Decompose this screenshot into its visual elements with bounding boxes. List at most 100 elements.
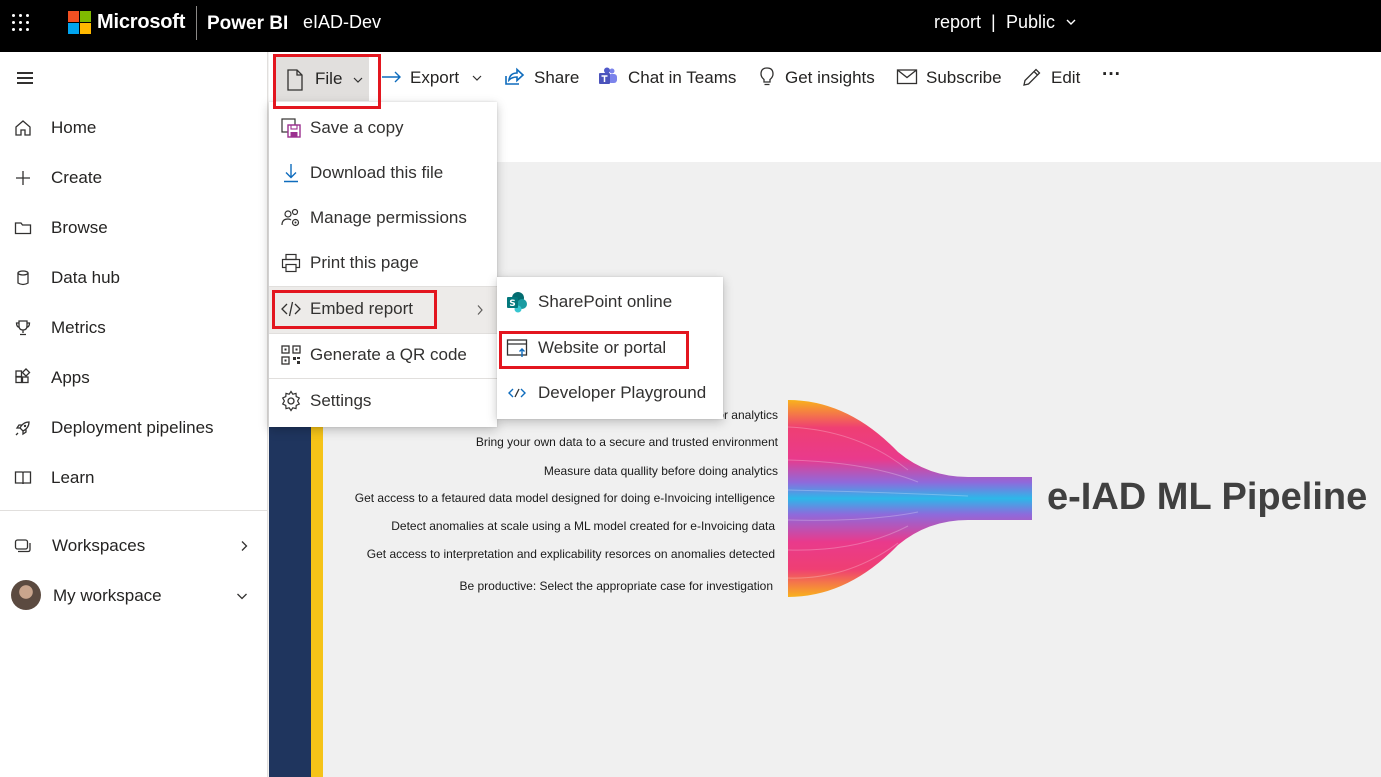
export-button[interactable]: Export (381, 64, 487, 90)
product-name[interactable]: Power BI (207, 13, 288, 35)
more-options-button[interactable]: ··· (1101, 64, 1127, 90)
subscribe-button[interactable]: Subscribe (896, 64, 1004, 90)
nav-item-label: Metrics (51, 318, 106, 337)
edit-label: Edit (1051, 68, 1081, 87)
qr-code-icon (281, 345, 301, 365)
header-divider (196, 6, 197, 40)
nav-item-apps[interactable]: Apps (0, 356, 268, 400)
report-text-line: Get access to interpretation and explica… (366, 547, 775, 561)
more-options-icon: ··· (1102, 64, 1121, 85)
workspaces-icon (14, 539, 31, 553)
menu-item-label: Settings (310, 391, 372, 410)
report-accent-band (311, 420, 323, 777)
menu-item-label: Save a copy (310, 118, 404, 137)
chat-in-teams-button[interactable]: Chat in Teams (597, 64, 737, 90)
menu-item-save-a-copy[interactable]: Save a copy (269, 106, 497, 150)
nav-item-label: Data hub (51, 268, 120, 287)
menu-item-embed-report[interactable]: Embed report (269, 287, 497, 333)
file-label: File (315, 69, 343, 88)
nav-item-learn[interactable]: Learn (0, 456, 268, 500)
report-text-line: Detect anomalies at scale using a ML mod… (391, 519, 775, 533)
hamburger-menu-icon[interactable] (17, 71, 33, 85)
apps-icon (15, 368, 31, 384)
nav-item-browse[interactable]: Browse (0, 206, 268, 250)
subscribe-label: Subscribe (926, 68, 1002, 87)
menu-item-download-this-file[interactable]: Download this file (269, 151, 497, 195)
nav-item-metrics[interactable]: Metrics (0, 306, 268, 350)
menu-item-generate-qr-code[interactable]: Generate a QR code (269, 333, 497, 377)
embed-submenu: S SharePoint online Website or portal De… (497, 277, 723, 419)
lightbulb-icon (760, 67, 774, 86)
folder-icon (14, 222, 32, 235)
menu-item-sharepoint-online[interactable]: S SharePoint online (497, 280, 723, 324)
nav-item-deployment-pipelines[interactable]: Deployment pipelines (0, 406, 268, 450)
permissions-icon (281, 208, 300, 227)
chevron-down-icon (353, 77, 363, 83)
export-label: Export (410, 68, 460, 87)
top-header: Microsoft Power BI eIAD-Dev report | Pub… (0, 0, 1381, 52)
chat-label: Chat in Teams (628, 68, 737, 87)
share-button[interactable]: Share (503, 64, 581, 90)
nav-item-workspaces[interactable]: Workspaces (0, 524, 268, 568)
home-icon (15, 120, 31, 136)
report-text-line: Get access to a fetaured data model desi… (354, 491, 775, 505)
app-launcher-icon[interactable] (12, 14, 32, 34)
menu-item-label: Generate a QR code (310, 345, 467, 364)
nav-item-label: Home (51, 118, 97, 137)
menu-item-website-or-portal[interactable]: Website or portal (497, 326, 723, 370)
menu-item-label: Print this page (310, 253, 419, 272)
microsoft-logo-icon (68, 11, 91, 34)
nav-item-data-hub[interactable]: Data hub (0, 256, 268, 300)
chevron-right-icon (477, 305, 483, 315)
funnel-graphic (788, 400, 1032, 597)
chevron-right-icon[interactable] (238, 540, 250, 552)
mail-icon (896, 69, 918, 85)
chevron-down-icon (472, 75, 482, 81)
save-copy-icon (281, 118, 301, 138)
report-text-line: Measure data quallity before doing analy… (543, 464, 778, 478)
developer-icon (508, 388, 526, 398)
workspace-name[interactable]: eIAD-Dev (303, 12, 381, 33)
command-bar: File Export Share Chat in Teams Get insi… (269, 52, 1381, 102)
edit-button[interactable]: Edit (1021, 64, 1085, 90)
file-button[interactable]: File (275, 57, 369, 101)
menu-item-print-this-page[interactable]: Print this page (269, 241, 497, 285)
nav-item-label: Apps (51, 368, 90, 387)
nav-item-create[interactable]: Create (0, 156, 268, 200)
nav-item-label: Browse (51, 218, 108, 237)
svg-text:S: S (509, 299, 515, 309)
left-navigation: Home Create Browse Data hub Metrics Apps… (0, 52, 268, 777)
menu-item-label: Developer Playground (538, 383, 707, 402)
company-name[interactable]: Microsoft (97, 11, 185, 34)
nav-item-my-workspace[interactable]: My workspace (0, 574, 268, 618)
menu-item-developer-playground[interactable]: Developer Playground (497, 371, 723, 415)
download-icon (284, 164, 298, 183)
report-title: e-IAD ML Pipeline (1047, 476, 1368, 518)
nav-item-label: Learn (51, 468, 95, 487)
nav-item-label: Workspaces (52, 536, 146, 555)
menu-item-label: Website or portal (538, 338, 667, 357)
trophy-icon (15, 320, 31, 336)
menu-item-manage-permissions[interactable]: Manage permissions (269, 196, 497, 240)
code-icon (281, 301, 301, 317)
database-icon (17, 270, 29, 286)
teams-icon (599, 67, 617, 84)
get-insights-button[interactable]: Get insights (756, 64, 880, 90)
menu-item-settings[interactable]: Settings (269, 379, 497, 423)
chevron-down-icon[interactable] (1066, 17, 1076, 27)
menu-item-label: Embed report (310, 299, 413, 318)
menu-item-label: Download this file (310, 163, 444, 182)
menu-item-label: Manage permissions (310, 208, 467, 227)
chevron-down-icon[interactable] (236, 590, 248, 602)
nav-item-home[interactable]: Home (0, 106, 268, 150)
book-icon (14, 471, 32, 485)
insights-label: Get insights (785, 68, 875, 87)
sharepoint-icon: S (507, 292, 527, 313)
sensitivity-label[interactable]: Public (1006, 12, 1055, 33)
file-menu: Save a copy Download this file Manage pe… (269, 102, 497, 427)
export-arrow-icon (382, 71, 401, 83)
file-icon (287, 69, 303, 91)
rocket-icon (15, 421, 30, 436)
report-text-line: or analytics (717, 408, 778, 422)
item-type-label: report (934, 12, 982, 32)
